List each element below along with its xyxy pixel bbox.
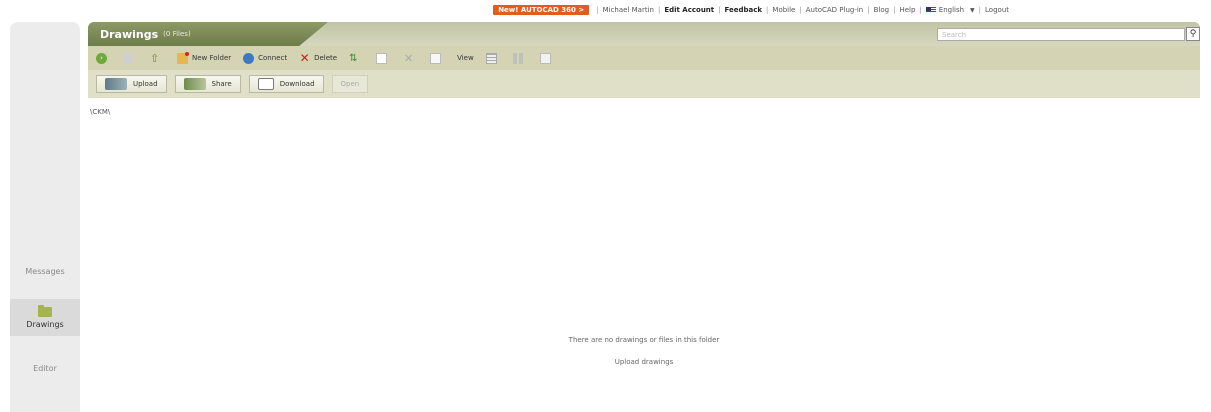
empty-state-message: There are no drawings or files in this f…: [568, 336, 720, 344]
tiles-view-icon: [512, 52, 524, 64]
sync-button[interactable]: ⇅: [349, 53, 364, 64]
view-list-button[interactable]: [539, 52, 555, 64]
copy-icon: [376, 52, 388, 64]
separator: |: [978, 6, 982, 14]
upload-drawings-link[interactable]: Upload drawings: [88, 358, 1200, 366]
chevron-down-icon[interactable]: ▼: [970, 7, 975, 14]
connect-label: Connect: [258, 54, 288, 62]
view-label-wrap: View: [457, 54, 474, 62]
user-name: Michael Martin: [602, 6, 654, 14]
back-icon: [123, 52, 134, 64]
separator: |: [919, 6, 922, 14]
folder-icon: [38, 304, 52, 317]
download-button[interactable]: Download: [248, 75, 324, 93]
plugin-link[interactable]: AutoCAD Plug-in: [806, 6, 864, 14]
promo-banner[interactable]: New! AUTOCAD 360 >: [493, 5, 590, 15]
up-folder-icon: ⇧: [150, 51, 160, 65]
back-button[interactable]: [123, 52, 138, 64]
file-count: (0 Files): [163, 30, 191, 38]
file-toolbar: › ⇧ New Folder Connect ✕ Delete ⇅ ✕ View: [88, 46, 1200, 70]
download-label: Download: [279, 80, 315, 88]
view-grid-button[interactable]: [485, 52, 501, 64]
copy-button[interactable]: [376, 52, 391, 64]
share-button[interactable]: Share: [174, 75, 241, 93]
cut-icon: ✕: [403, 51, 414, 65]
share-icon: [183, 78, 206, 90]
nav-item-label: Drawings: [26, 319, 64, 329]
blog-link[interactable]: Blog: [874, 6, 889, 14]
connect-icon: [243, 52, 255, 64]
nav-item-editor[interactable]: Editor: [10, 364, 80, 373]
open-button[interactable]: Open: [331, 75, 369, 93]
separator: |: [867, 6, 870, 14]
new-folder-icon: [177, 51, 189, 64]
action-toolbar: Upload Share Download Open: [88, 70, 1200, 98]
nav-item-drawings[interactable]: Drawings: [10, 299, 80, 336]
list-view-icon: [539, 52, 551, 64]
breadcrumb: \CKM\: [90, 108, 111, 116]
delete-label: Delete: [314, 54, 338, 62]
nav-item-label: Messages: [25, 267, 65, 276]
delete-icon: ✕: [299, 50, 310, 65]
sync-icon: ⇅: [349, 52, 358, 64]
upload-label: Upload: [133, 80, 158, 88]
feedback-link[interactable]: Feedback: [725, 6, 763, 14]
new-folder-label: New Folder: [192, 54, 232, 62]
search-input[interactable]: [938, 29, 1184, 40]
panel-header: Drawings (0 Files) ⚲: [88, 22, 1200, 46]
search-box: [937, 28, 1185, 41]
mobile-link[interactable]: Mobile: [772, 6, 795, 14]
grid-view-icon: [485, 52, 497, 64]
cut-button[interactable]: ✕: [403, 53, 418, 64]
view-label: View: [457, 54, 474, 62]
search-button[interactable]: ⚲: [1186, 27, 1200, 41]
delete-button[interactable]: ✕ Delete: [299, 50, 338, 65]
paste-icon: [430, 52, 442, 64]
help-link[interactable]: Help: [899, 6, 915, 14]
page-title: Drawings: [100, 27, 159, 41]
paste-button[interactable]: [430, 52, 445, 64]
connect-button[interactable]: Connect: [243, 52, 288, 64]
language-select[interactable]: English: [939, 6, 964, 14]
nav-item-messages[interactable]: Messages: [10, 267, 80, 276]
separator: |: [893, 6, 896, 14]
nav-item-label: Editor: [33, 364, 57, 373]
left-nav: Messages Drawings Editor: [10, 22, 80, 412]
separator: |: [657, 6, 661, 14]
top-utility-bar: New! AUTOCAD 360 > | Michael Martin | Ed…: [0, 0, 1211, 20]
separator: |: [766, 6, 769, 14]
share-label: Share: [211, 80, 232, 88]
up-folder-button[interactable]: ⇧: [150, 53, 165, 64]
upload-icon: [105, 78, 127, 90]
forward-button[interactable]: ›: [96, 52, 111, 64]
drawings-tab: Drawings (0 Files): [88, 22, 328, 46]
separator: |: [596, 6, 599, 14]
search-icon: ⚲: [1189, 29, 1197, 39]
flag-icon: [925, 6, 936, 14]
upload-button[interactable]: Upload: [96, 75, 167, 93]
separator: |: [799, 6, 802, 14]
go-icon: ›: [96, 52, 107, 64]
edit-account-link[interactable]: Edit Account: [664, 6, 714, 14]
new-folder-button[interactable]: New Folder: [177, 51, 232, 64]
logout-link[interactable]: Logout: [985, 6, 1009, 14]
main-panel: Drawings (0 Files) ⚲ › ⇧ New Folder Conn…: [88, 22, 1200, 412]
view-tiles-button[interactable]: [512, 52, 528, 64]
separator: |: [718, 6, 721, 14]
open-label: Open: [340, 80, 360, 88]
download-icon: [257, 78, 274, 90]
